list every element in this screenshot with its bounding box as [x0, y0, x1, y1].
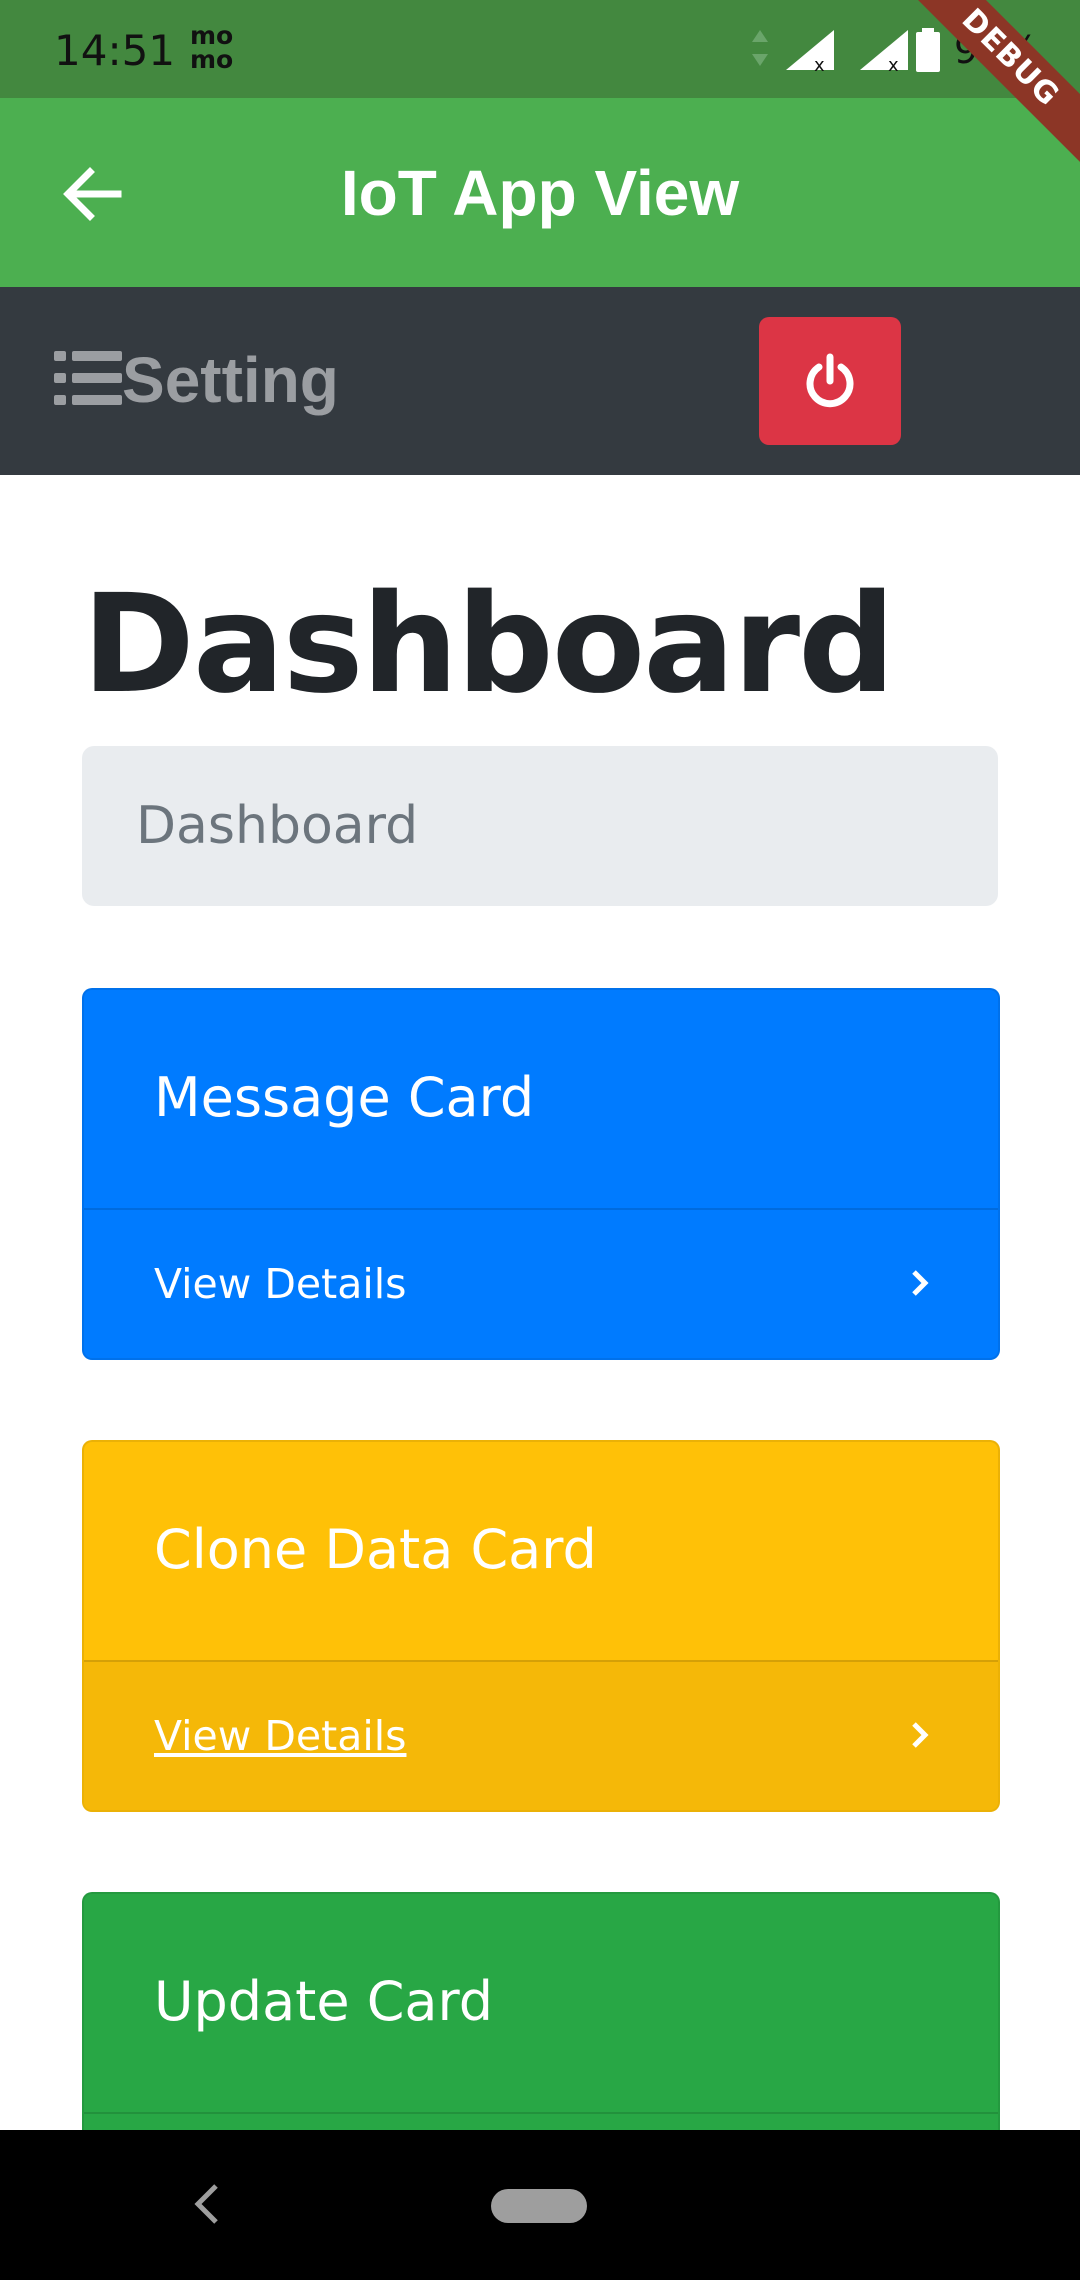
breadcrumb: Dashboard [82, 746, 998, 906]
nav-back-icon[interactable] [192, 2182, 222, 2226]
update-card: Update Card [82, 1892, 1000, 2136]
power-button[interactable] [759, 317, 901, 445]
view-details-link[interactable]: View Details [154, 1712, 406, 1760]
nav-home-pill[interactable] [491, 2189, 587, 2223]
power-icon [806, 353, 854, 408]
nav-bar: Setting [0, 287, 1080, 475]
message-card: Message Card View Details [82, 988, 1000, 1360]
chevron-right-icon [912, 1270, 929, 1296]
system-nav-bar [0, 2130, 1080, 2280]
status-time: 14:51 [54, 26, 176, 75]
card-title: Clone Data Card [154, 1518, 597, 1581]
svg-text:x: x [888, 55, 899, 72]
app-title: IoT App View [340, 157, 740, 229]
status-bar: 14:51 momo x x 92% [0, 0, 1080, 98]
battery-icon [916, 28, 940, 72]
signal-icon-2: x [860, 30, 908, 72]
app-bar: IoT App View [0, 98, 1080, 287]
signal-icon-1: x [786, 30, 834, 72]
card-title: Message Card [154, 1066, 535, 1129]
momo-icon: mo mo [190, 21, 234, 74]
card-footer[interactable]: View Details [84, 1660, 998, 1810]
page-title: Dashboard [82, 566, 895, 724]
list-icon[interactable] [54, 349, 122, 407]
card-footer[interactable]: View Details [84, 1208, 998, 1358]
breadcrumb-item: Dashboard [136, 796, 419, 856]
clone-data-card: Clone Data Card View Details [82, 1440, 1000, 1812]
svg-text:x: x [814, 55, 825, 72]
view-details-link[interactable]: View Details [154, 1260, 406, 1308]
card-title: Update Card [154, 1970, 494, 2033]
setting-link[interactable]: Setting [122, 343, 339, 417]
data-arrows-icon [752, 30, 768, 66]
chevron-right-icon [912, 1722, 929, 1748]
